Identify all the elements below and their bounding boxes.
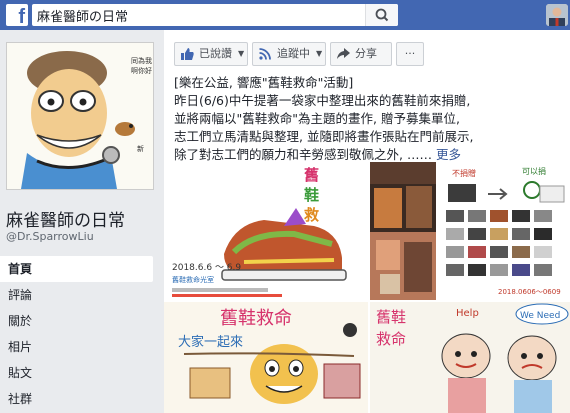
share-arrow-icon: [337, 48, 350, 59]
follow-label: 追蹤中: [277, 47, 310, 60]
nav-item-about[interactable]: 關於: [0, 308, 158, 334]
drawing2-need: We Need: [520, 311, 560, 321]
user-avatar[interactable]: [546, 4, 568, 26]
share-label: 分享: [355, 47, 377, 60]
svg-text:新: 新: [137, 144, 144, 153]
like-label: 已說讚: [199, 47, 232, 60]
infographic-yes-label: 可以捐: [522, 166, 546, 176]
page-title: 麻雀醫師の日常: [6, 211, 125, 231]
more-button[interactable]: ···: [396, 42, 424, 66]
post-image-drawing-kids[interactable]: 舊鞋 救命 Help We Need: [370, 302, 570, 413]
drawing2-title-b: 救命: [376, 330, 406, 348]
drawing1-subtitle: 大家一起來: [178, 334, 243, 350]
nav-item-photos[interactable]: 相片: [0, 334, 158, 360]
nav-item-posts[interactable]: 貼文: [0, 360, 158, 386]
nav-item-reviews[interactable]: 評論: [0, 282, 158, 308]
svg-text:鞋: 鞋: [304, 186, 319, 204]
svg-text:啊你好: 啊你好: [131, 66, 152, 75]
search-icon: [375, 8, 389, 22]
follow-button[interactable]: 追蹤中 ▼: [252, 42, 326, 66]
thumbs-up-icon: [181, 48, 194, 60]
poster-title-char: 舊: [304, 166, 319, 184]
search-button[interactable]: [365, 4, 398, 26]
search-box: [32, 4, 398, 26]
more-icon: ···: [404, 47, 416, 60]
rss-icon: [259, 48, 271, 60]
chevron-down-icon: ▼: [238, 49, 245, 58]
nav-item-community[interactable]: 社群: [0, 386, 158, 412]
post-image-drawing-cat[interactable]: 舊鞋救命 大家一起來: [164, 302, 368, 413]
post-image-collage[interactable]: [370, 162, 436, 300]
left-sidebar: 同為我 啊你好 新 麻雀醫師の日常 @Dr.SparrowLiu 首頁 評論 關…: [0, 30, 163, 413]
svg-text:同為我: 同為我: [131, 56, 152, 65]
search-input[interactable]: [32, 4, 366, 26]
page-handle: @Dr.SparrowLiu: [6, 230, 94, 243]
top-bar: f: [0, 0, 570, 30]
page-nav: 首頁 評論 關於 相片 貼文 社群: [0, 256, 158, 412]
facebook-logo[interactable]: f: [6, 4, 28, 26]
profile-picture[interactable]: 同為我 啊你好 新: [6, 42, 154, 190]
see-more-link[interactable]: 更多: [436, 147, 461, 162]
poster-org: 舊鞋救命光室: [172, 275, 214, 284]
post-line: 昨日(6/6)中午提著一袋家中整理出來的舊鞋前來捐贈,: [174, 93, 471, 108]
drawing2-help: Help: [456, 308, 479, 319]
main-content: 已說讚 ▼ 追蹤中 ▼ 分享 ··· [樂在公益, 響應"舊鞋救命"活動] 昨日…: [164, 30, 570, 413]
chevron-down-icon: ▼: [316, 49, 323, 58]
drawing2-title-a: 舊鞋: [376, 308, 406, 326]
share-button[interactable]: 分享: [330, 42, 392, 66]
post-image-infographic[interactable]: 不捐贈 可以捐 2018.0606～0609: [438, 162, 570, 300]
infographic-no-label: 不捐贈: [452, 168, 476, 178]
post-line: 志工們立馬清點與整理, 並隨即將畫作張貼在門前展示,: [174, 129, 474, 144]
post-line: [樂在公益, 響應"舊鞋救命"活動]: [174, 75, 354, 90]
post-line: 並將兩幅以"舊鞋救命"為主題的畫作, 贈予募集單位,: [174, 111, 460, 126]
post-message: [樂在公益, 響應"舊鞋救命"活動] 昨日(6/6)中午提著一袋家中整理出來的舊…: [174, 74, 564, 164]
svg-text:救: 救: [304, 206, 319, 224]
drawing1-title: 舊鞋救命: [220, 308, 292, 329]
post-image-poster[interactable]: 舊 鞋 救 命 2018.6.6 ～ 6.9 舊鞋救命光室: [164, 162, 368, 300]
poster-date: 2018.6.6 ～ 6.9: [172, 263, 241, 273]
like-button[interactable]: 已說讚 ▼: [174, 42, 248, 66]
nav-item-home[interactable]: 首頁: [0, 256, 153, 282]
infographic-date: 2018.0606～0609: [498, 288, 561, 296]
